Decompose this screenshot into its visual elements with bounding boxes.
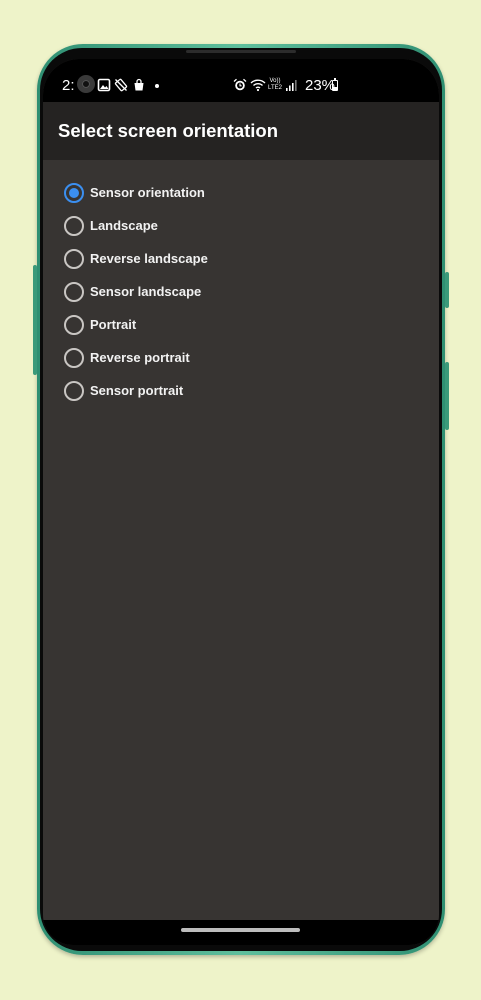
option-label: Sensor orientation <box>90 185 205 200</box>
option-label: Sensor landscape <box>90 284 202 299</box>
option-label: Portrait <box>90 317 137 332</box>
status-bar: 2: Vo)) LTE2 23% <box>43 59 439 102</box>
option-label: Reverse portrait <box>90 350 190 365</box>
radio-unselected-icon[interactable] <box>64 282 84 302</box>
radio-unselected-icon[interactable] <box>64 348 84 368</box>
rotate-off-icon <box>114 78 128 92</box>
radio-selected-icon[interactable] <box>64 183 84 203</box>
option-sensor-landscape[interactable]: Sensor landscape <box>43 275 439 308</box>
radio-unselected-icon[interactable] <box>64 216 84 236</box>
speaker-grille <box>186 50 296 53</box>
gallery-icon <box>97 78 111 92</box>
battery-percent: 23% <box>305 77 336 94</box>
dialog-title: Select screen orientation <box>58 120 279 141</box>
screen: 2: Vo)) LTE2 23% Select screen orientati… <box>43 59 439 945</box>
volte-icon: Vo)) LTE2 <box>268 78 282 91</box>
side-button-right-lower <box>445 362 449 430</box>
side-button-right-upper <box>445 272 449 308</box>
option-sensor-portrait[interactable]: Sensor portrait <box>43 374 439 407</box>
option-reverse-portrait[interactable]: Reverse portrait <box>43 341 439 374</box>
navigation-bar <box>43 920 439 945</box>
bag-icon <box>132 78 146 92</box>
signal-icon <box>285 78 297 92</box>
side-button-left <box>33 265 37 375</box>
wifi-icon <box>250 78 266 92</box>
radio-unselected-icon[interactable] <box>64 315 84 335</box>
option-reverse-landscape[interactable]: Reverse landscape <box>43 242 439 275</box>
option-portrait[interactable]: Portrait <box>43 308 439 341</box>
camera-cutout-icon <box>77 75 95 93</box>
radio-unselected-icon[interactable] <box>64 249 84 269</box>
option-label: Sensor portrait <box>90 383 184 398</box>
option-label: Landscape <box>90 218 158 233</box>
notification-dot-icon <box>155 84 159 88</box>
option-label: Reverse landscape <box>90 251 208 266</box>
dialog-header: Select screen orientation <box>43 102 439 160</box>
battery-icon <box>332 78 338 91</box>
option-sensor-orientation[interactable]: Sensor orientation <box>43 176 439 209</box>
radio-unselected-icon[interactable] <box>64 381 84 401</box>
alarm-icon <box>233 78 247 92</box>
orientation-options-list: Sensor orientation Landscape Reverse lan… <box>43 176 439 407</box>
status-time: 2: <box>62 77 75 94</box>
option-landscape[interactable]: Landscape <box>43 209 439 242</box>
home-gesture-handle[interactable] <box>181 928 300 932</box>
